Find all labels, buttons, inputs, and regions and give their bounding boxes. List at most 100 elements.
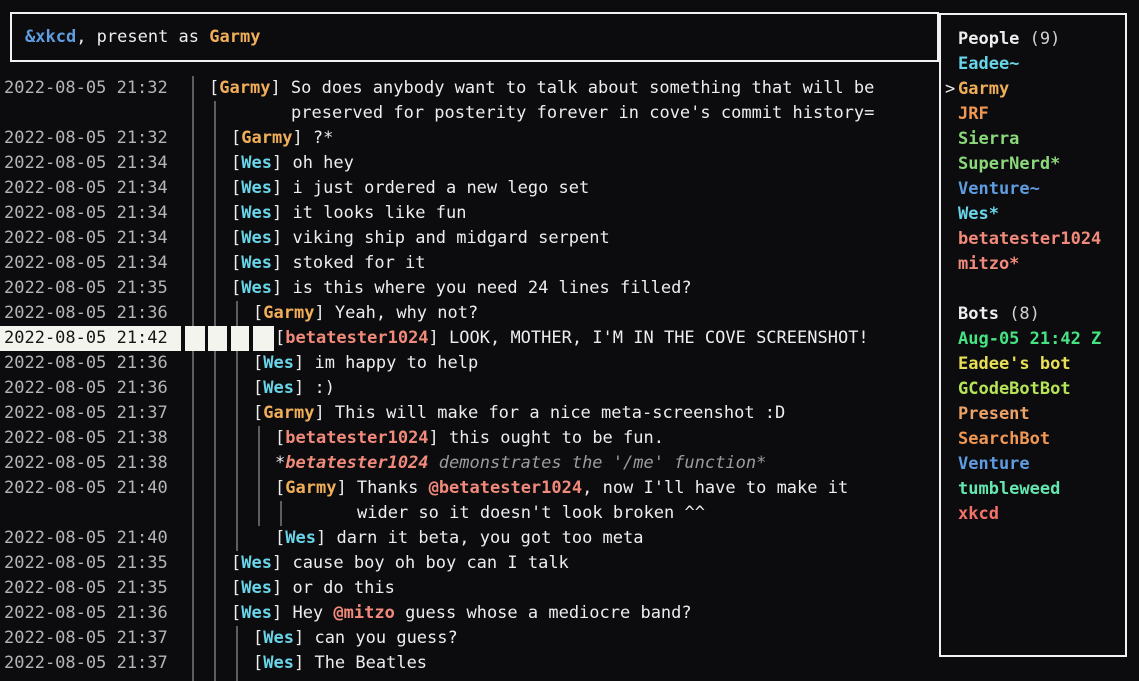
people-list-item[interactable]: Eadee~ (941, 52, 1125, 77)
message-part: [ (231, 153, 241, 173)
message-part: ] (314, 403, 334, 423)
chat-line[interactable]: 2022-08-05 21:42[betatester1024] LOOK, M… (0, 326, 935, 351)
nick-label: Wes (241, 203, 272, 223)
message-part: [ (275, 328, 285, 348)
timestamp: 2022-08-05 21:34 (4, 226, 168, 251)
selection-highlight (185, 326, 205, 351)
selection-highlight (231, 326, 249, 351)
timestamp: 2022-08-05 21:37 (4, 651, 168, 676)
nick-label: Wes (241, 228, 272, 248)
nick-label: Garmy (241, 128, 292, 148)
member-name: Wes* (958, 204, 999, 224)
chat-line[interactable]: 2022-08-05 21:34[Wes] it looks like fun (0, 201, 935, 226)
timestamp: 2022-08-05 21:36 (4, 601, 168, 626)
bot-list-item[interactable]: SearchBot (941, 427, 1125, 452)
bot-list-item[interactable]: xkcd (941, 502, 1125, 527)
chat-line[interactable]: 2022-08-05 21:40[Wes] darn it beta, you … (0, 526, 935, 551)
people-list-item[interactable]: Venture~ (941, 177, 1125, 202)
people-list-item[interactable]: JRF (941, 102, 1125, 127)
message-part: i just ordered a new lego set (292, 178, 589, 198)
timestamp: 2022-08-05 21:37 (4, 401, 168, 426)
message-part: ] (429, 428, 449, 448)
message-part: [ (253, 303, 263, 323)
chat-line[interactable]: 2022-08-05 21:35[Wes] is this where you … (0, 276, 935, 301)
message-part: * (275, 453, 285, 473)
message-part: ] (272, 553, 292, 573)
chat-line[interactable]: 2022-08-05 21:36[Wes] :) (0, 376, 935, 401)
chat-line[interactable]: 2022-08-05 21:37 [Wes] The Beatles (0, 651, 935, 676)
bot-list-item[interactable]: Aug-05 21:42 Z (941, 327, 1125, 352)
nick-label: Wes (263, 353, 294, 373)
chat-line[interactable]: 2022-08-05 21:34[Wes] i just ordered a n… (0, 176, 935, 201)
chat-line[interactable]: 2022-08-05 21:34[Wes] viking ship and mi… (0, 226, 935, 251)
message-part: [ (275, 528, 285, 548)
message-text: [Wes] it looks like fun (231, 201, 466, 226)
chat-line[interactable]: 2022-08-05 21:35[Wes] cause boy oh boy c… (0, 551, 935, 576)
message-part: ] (272, 203, 292, 223)
message-text: [betatester1024] LOOK, MOTHER, I'M IN TH… (275, 326, 869, 351)
channel-header: &xkcd, present as Garmy (10, 12, 939, 62)
chat-line[interactable]: 2022-08-05 21:37[Garmy] This will make f… (0, 401, 935, 426)
chat-line[interactable]: 2022-08-05 21:35[Wes] or do this (0, 576, 935, 601)
nick-label: @betatester1024 (429, 478, 583, 498)
message-part: darn it beta, you got too meta (336, 528, 643, 548)
chat-line[interactable]: 2022-08-05 21:32[Garmy] ?* (0, 126, 935, 151)
chat-line[interactable]: 2022-08-05 21:38[betatester1024] this ou… (0, 426, 935, 451)
chat-line[interactable]: 2022-08-05 21:34[Wes] stoked for it (0, 251, 935, 276)
message-part: cause boy oh boy can I talk (292, 553, 568, 573)
member-name: Venture~ (958, 179, 1040, 199)
message-part: viking ship and midgard serpent (292, 228, 609, 248)
message-text: [Wes] stoked for it (231, 251, 426, 276)
people-list-item[interactable]: Wes* (941, 202, 1125, 227)
chat-line[interactable]: wider so it doesn't look broken ^^ (0, 501, 935, 526)
message-text: wider so it doesn't look broken ^^ (357, 501, 705, 526)
message-text: [Wes] oh hey (231, 151, 354, 176)
bot-list-item[interactable]: Venture (941, 452, 1125, 477)
message-part: guess whose a mediocre band? (395, 603, 692, 623)
message-text: [betatester1024] this ought to be fun. (275, 426, 664, 451)
chat-line[interactable]: 2022-08-05 21:36[Garmy] Yeah, why not? (0, 301, 935, 326)
bot-list-item[interactable]: Eadee's bot (941, 352, 1125, 377)
message-part: * (756, 453, 766, 473)
message-part: ] (294, 628, 314, 648)
header-separator: , present as (76, 27, 209, 47)
thread-guide-bar (258, 426, 260, 526)
chat-line[interactable]: 2022-08-05 21:36[Wes] Hey @mitzo guess w… (0, 601, 935, 626)
message-part: ] (294, 353, 314, 373)
bot-list-item[interactable]: Present (941, 402, 1125, 427)
message-part: ] (294, 653, 314, 673)
chat-line[interactable]: 2022-08-05 21:36[Wes] im happy to help (0, 351, 935, 376)
chat-line[interactable]: 2022-08-05 21:34[Wes] oh hey (0, 151, 935, 176)
message-text: [Wes] The Beatles (253, 651, 427, 676)
chat-line[interactable]: 2022-08-05 21:38*betatester1024 demonstr… (0, 451, 935, 476)
people-list-item[interactable]: SuperNerd* (941, 152, 1125, 177)
nick-label: Wes (285, 528, 316, 548)
chat-line[interactable]: 2022-08-05 21:37[Wes] can you guess? (0, 626, 935, 651)
people-list-item[interactable]: mitzo* (941, 252, 1125, 277)
member-name: betatester1024 (958, 229, 1101, 249)
timestamp: 2022-08-05 21:35 (4, 276, 168, 301)
people-list-item[interactable]: betatester1024 (941, 227, 1125, 252)
chat-line[interactable]: 2022-08-05 21:40[Garmy] Thanks @betatest… (0, 476, 935, 501)
message-part: [ (231, 603, 241, 623)
message-part: it looks like fun (292, 203, 466, 223)
timestamp: 2022-08-05 21:35 (4, 551, 168, 576)
nick-label: Wes (241, 178, 272, 198)
nick-label: Wes (263, 378, 294, 398)
bot-list-item[interactable]: GCodeBotBot (941, 377, 1125, 402)
thread-guide-bar (192, 76, 194, 681)
app-root: &xkcd, present as Garmy 2022-08-05 21:32… (0, 0, 1139, 681)
nick-label: Wes (241, 553, 272, 573)
chat-line[interactable]: preserved for posterity forever in cove'… (0, 101, 935, 126)
people-list-item[interactable]: >Garmy (941, 77, 1125, 102)
thread-guide-bar (280, 501, 282, 526)
people-list-item[interactable]: Sierra (941, 127, 1125, 152)
message-text: [Garmy] So does anybody want to talk abo… (209, 76, 874, 101)
channel-name: &xkcd (25, 27, 76, 47)
message-part: demonstrates the '/me' function (429, 453, 757, 473)
bot-list-item[interactable]: tumbleweed (941, 477, 1125, 502)
chat-line[interactable]: 2022-08-05 21:32[Garmy] So does anybody … (0, 76, 935, 101)
message-text: [Wes] can you guess? (253, 626, 458, 651)
bots-section-title: Bots (8) (941, 302, 1125, 327)
message-part: ] (336, 478, 356, 498)
